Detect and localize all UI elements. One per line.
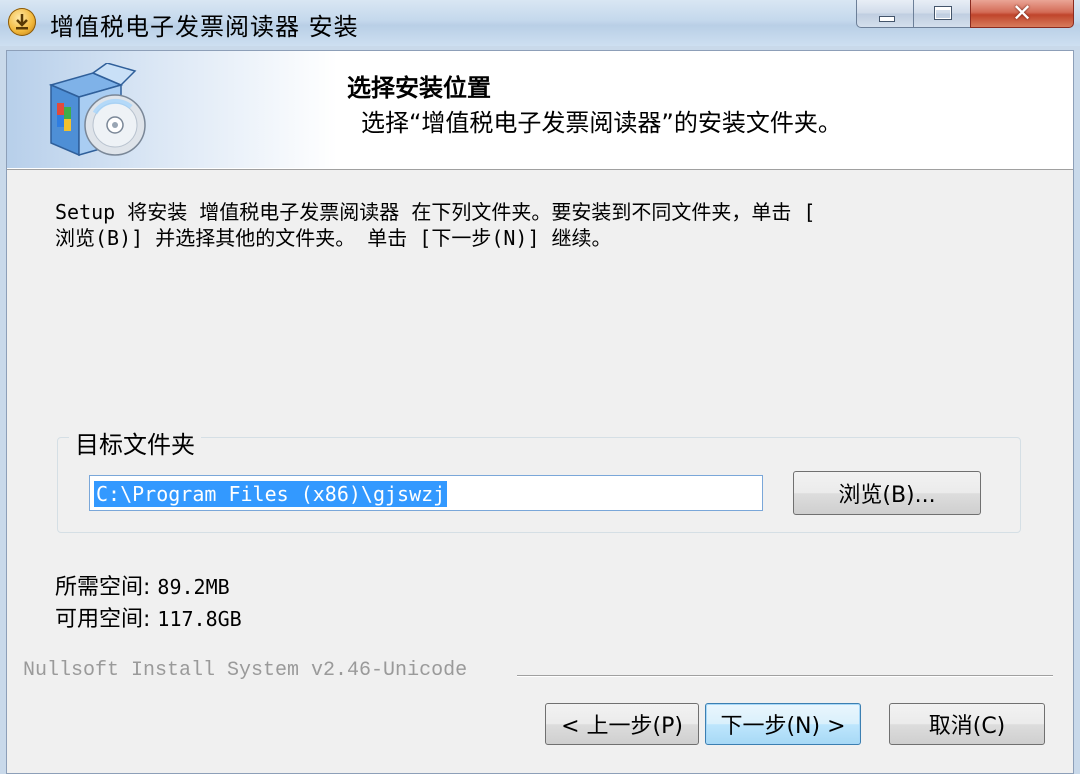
install-path-value: C:\Program Files (x86)\gjswzj <box>94 481 448 507</box>
browse-button[interactable]: 浏览(B)... <box>793 471 981 515</box>
space-available-row: 可用空间: 117.8GB <box>55 601 242 633</box>
page-title: 选择安装位置 <box>347 74 491 102</box>
maximize-button[interactable] <box>913 0 971 28</box>
space-available-value: 117.8GB <box>157 607 242 631</box>
instruction-text: Setup 将安装 增值税电子发票阅读器 在下列文件夹。要安装到不同文件夹，单击… <box>55 200 816 250</box>
destination-folder-label: 目标文件夹 <box>69 425 201 460</box>
window-title: 增值税电子发票阅读器 安装 <box>50 13 359 41</box>
title-bar[interactable]: 增值税电子发票阅读器 安装 ✕ <box>0 0 1080 46</box>
footer-divider <box>517 675 1053 677</box>
minimize-icon <box>879 16 895 22</box>
next-button[interactable]: 下一步(N) > <box>705 703 861 745</box>
space-required-row: 所需空间: 89.2MB <box>55 569 230 601</box>
installer-app-icon <box>8 8 36 36</box>
installer-page: 选择安装位置 选择“增值税电子发票阅读器”的安装文件夹。 Setup 将安装 增… <box>6 50 1074 774</box>
close-icon: ✕ <box>1011 0 1033 27</box>
back-button[interactable]: < 上一步(P) <box>545 703 699 745</box>
maximize-icon <box>934 6 952 20</box>
space-required-value: 89.2MB <box>157 575 230 599</box>
install-path-input[interactable]: C:\Program Files (x86)\gjswzj <box>89 475 763 511</box>
space-required-label: 所需空间: <box>55 575 151 600</box>
header-band: 选择安装位置 选择“增值税电子发票阅读器”的安装文件夹。 <box>7 51 1073 170</box>
close-button[interactable]: ✕ <box>970 0 1074 28</box>
nsis-branding-text: Nullsoft Install System v2.46-Unicode <box>23 659 468 682</box>
setup-box-cd-icon <box>48 63 146 157</box>
cancel-button[interactable]: 取消(C) <box>889 703 1045 745</box>
page-subtitle: 选择“增值税电子发票阅读器”的安装文件夹。 <box>361 109 842 137</box>
space-available-label: 可用空间: <box>55 607 151 632</box>
minimize-button[interactable] <box>856 0 914 28</box>
